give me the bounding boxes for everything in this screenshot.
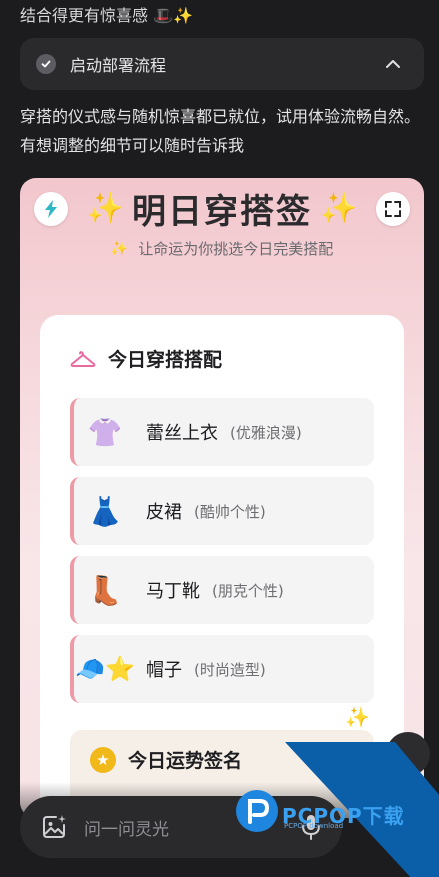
outfit-section-header: 今日穿搭搭配 [70,345,222,372]
item-style-note: (时尚造型) [194,660,266,679]
sparkle-icon: ✨ [320,190,358,226]
outfit-item: 👢 马丁靴 (朋克个性) [70,556,374,624]
previous-message-tail: 结合得更有惊喜感 🎩✨ [20,6,193,25]
item-style-note: (朋克个性) [212,581,284,600]
card-title: 明日穿搭签 [132,192,312,232]
sparkle-icon: ✨ [345,705,370,729]
item-name: 皮裙 [146,502,182,523]
ai-image-icon[interactable] [40,813,68,841]
sparkle-small-icon: ✨ [110,240,129,257]
blouse-icon: 👚 [87,415,123,449]
assistant-reply-text: 穿搭的仪式感与随机惊喜都已就位，试用体验流畅自然。有想调整的细节可以随时告诉我 [20,107,421,155]
chevron-up-icon[interactable] [382,53,404,75]
check-icon [36,54,56,74]
item-name: 蕾丝上衣 [146,423,218,444]
hanger-icon [70,350,96,367]
item-name: 帽子 [146,660,182,681]
dress-icon: 👗 [87,494,123,528]
watermark-logo [236,790,278,832]
item-style-note: (酷帅个性) [194,502,266,521]
deploy-process-collapsible[interactable]: 启动部署流程 [20,38,424,90]
outfit-item: 👚 蕾丝上衣 (优雅浪漫) [70,398,374,466]
card-title-row: ✨ 明日穿搭签 ✨ [20,184,424,233]
cap-icon: 🧢⭐ [75,655,135,683]
chat-screen: 结合得更有惊喜感 🎩✨ 启动部署流程 穿搭的仪式感与随机惊喜都已就位，试用体验流… [0,0,439,877]
item-style-note: (优雅浪漫) [230,423,302,442]
outfit-item: 👗 皮裙 (酷帅个性) [70,477,374,545]
card-subtitle-row: ✨ 让命运为你挑选今日完美搭配 [20,238,424,259]
deploy-process-label: 启动部署流程 [70,56,167,75]
boot-icon: 👢 [87,573,123,607]
outfit-item: 🧢⭐ 帽子 (时尚造型) [70,635,374,703]
sparkle-icon: ✨ [86,190,124,226]
outfit-section-title: 今日穿搭搭配 [108,349,223,371]
card-subtitle: 让命运为你挑选今日完美搭配 [138,240,334,258]
watermark-subtext: PCPOP download [284,822,344,830]
item-name: 马丁靴 [146,581,200,602]
